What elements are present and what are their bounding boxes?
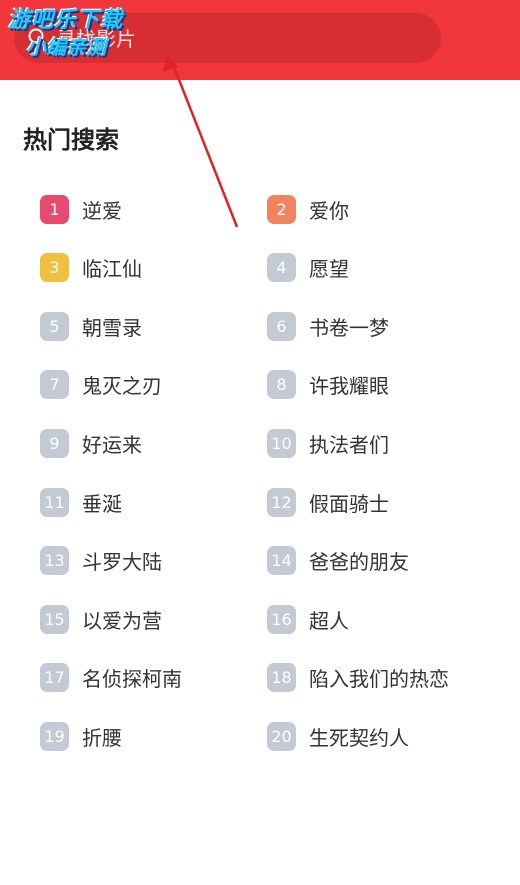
rank-badge: 3 bbox=[40, 253, 69, 283]
hot-search-title: 热门搜索 bbox=[23, 126, 119, 154]
search-input[interactable] bbox=[54, 13, 358, 65]
hot-search-item[interactable]: 12 假面骑士 bbox=[267, 482, 389, 522]
hot-search-label: 以爱为营 bbox=[82, 608, 162, 633]
hot-search-label: 爸爸的朋友 bbox=[309, 550, 409, 575]
hot-search-item[interactable]: 15 以爱为营 bbox=[40, 599, 162, 639]
hot-search-item[interactable]: 11 垂涎 bbox=[40, 482, 122, 522]
rank-badge: 19 bbox=[40, 721, 69, 751]
search-icon bbox=[28, 28, 49, 49]
hot-search-item[interactable]: 13 斗罗大陆 bbox=[40, 541, 162, 581]
hot-search-label: 朝雪录 bbox=[82, 315, 142, 340]
rank-badge: 7 bbox=[40, 370, 69, 400]
search-bar[interactable] bbox=[14, 13, 441, 65]
hot-search-label: 假面骑士 bbox=[309, 491, 389, 516]
hot-search-label: 临江仙 bbox=[82, 257, 142, 282]
rank-badge: 6 bbox=[267, 311, 296, 341]
hot-search-item[interactable]: 5 朝雪录 bbox=[40, 306, 142, 346]
rank-badge: 13 bbox=[40, 546, 69, 576]
hot-search-label: 愿望 bbox=[309, 257, 349, 282]
hot-search-label: 斗罗大陆 bbox=[82, 550, 162, 575]
hot-search-item[interactable]: 7 鬼灭之刃 bbox=[40, 365, 162, 405]
rank-badge: 16 bbox=[267, 604, 296, 634]
hot-search-label: 垂涎 bbox=[82, 491, 122, 516]
rank-badge: 8 bbox=[267, 370, 296, 400]
rank-badge: 2 bbox=[267, 194, 296, 224]
hot-search-label: 逆爱 bbox=[82, 198, 122, 223]
hot-search-item[interactable]: 2 爱你 bbox=[267, 189, 349, 229]
hot-search-item[interactable]: 1 逆爱 bbox=[40, 189, 122, 229]
rank-badge: 17 bbox=[40, 663, 69, 693]
hot-search-label: 超人 bbox=[309, 608, 349, 633]
hot-search-item[interactable]: 18 陷入我们的热恋 bbox=[267, 658, 449, 698]
hot-search-item[interactable]: 4 愿望 bbox=[267, 248, 349, 288]
rank-badge: 11 bbox=[40, 487, 69, 517]
rank-badge: 15 bbox=[40, 604, 69, 634]
rank-badge: 10 bbox=[267, 428, 296, 458]
hot-search-label: 折腰 bbox=[82, 725, 122, 750]
hot-search-item[interactable]: 10 执法者们 bbox=[267, 423, 389, 463]
rank-badge: 14 bbox=[267, 546, 296, 576]
header-bar: 游吧乐下载 小编亲测 bbox=[0, 0, 520, 80]
rank-badge: 1 bbox=[40, 194, 69, 224]
hot-search-item[interactable]: 8 许我耀眼 bbox=[267, 365, 389, 405]
hot-search-label: 书卷一梦 bbox=[309, 315, 389, 340]
hot-search-label: 执法者们 bbox=[309, 432, 389, 457]
hot-search-item[interactable]: 16 超人 bbox=[267, 599, 349, 639]
rank-badge: 12 bbox=[267, 487, 296, 517]
hot-search-label: 生死契约人 bbox=[309, 725, 409, 750]
hot-search-label: 许我耀眼 bbox=[309, 374, 389, 399]
rank-badge: 5 bbox=[40, 311, 69, 341]
hot-search-label: 名侦探柯南 bbox=[82, 667, 182, 692]
hot-search-item[interactable]: 9 好运来 bbox=[40, 423, 142, 463]
hot-search-item[interactable]: 6 书卷一梦 bbox=[267, 306, 389, 346]
hot-search-item[interactable]: 3 临江仙 bbox=[40, 248, 142, 288]
rank-badge: 9 bbox=[40, 428, 69, 458]
rank-badge: 20 bbox=[267, 721, 296, 751]
hot-search-item[interactable]: 14 爸爸的朋友 bbox=[267, 541, 409, 581]
hot-search-label: 陷入我们的热恋 bbox=[309, 667, 449, 692]
hot-search-label: 爱你 bbox=[309, 198, 349, 223]
hot-search-label: 好运来 bbox=[82, 432, 142, 457]
hot-search-item[interactable]: 17 名侦探柯南 bbox=[40, 658, 182, 698]
rank-badge: 4 bbox=[267, 253, 296, 283]
rank-badge: 18 bbox=[267, 663, 296, 693]
hot-search-item[interactable]: 19 折腰 bbox=[40, 716, 122, 756]
hot-search-label: 鬼灭之刃 bbox=[82, 374, 162, 399]
hot-search-item[interactable]: 20 生死契约人 bbox=[267, 716, 409, 756]
